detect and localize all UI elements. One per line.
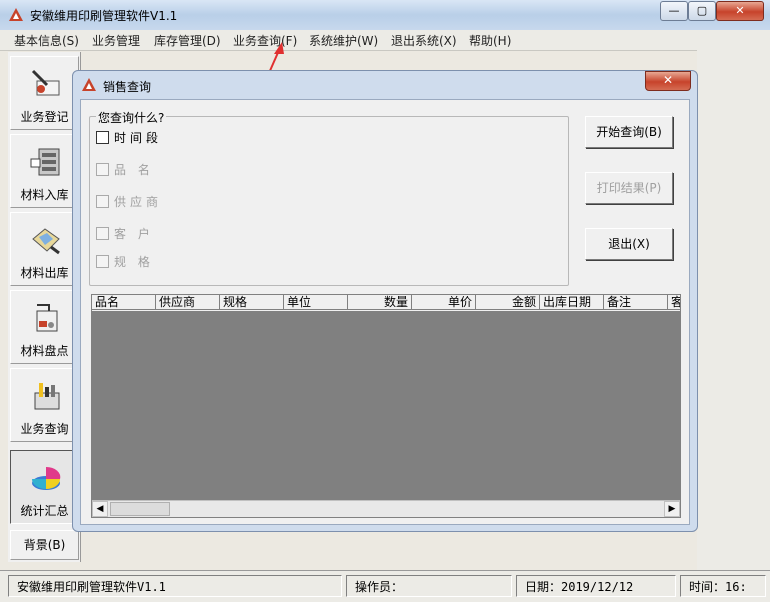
exit-button[interactable]: 退出(X) <box>585 228 673 260</box>
menu-system[interactable]: 系统维护(W) <box>309 32 378 49</box>
column-header[interactable]: 规格 <box>220 295 284 310</box>
checkbox-product-name-label: 品 名 <box>114 163 154 177</box>
checkbox-spec[interactable]: 规 格 <box>96 253 256 269</box>
toolbar-stock-out-button[interactable]: 材料出库 <box>10 212 79 286</box>
checkbox-supplier[interactable]: 供应商 <box>96 193 256 209</box>
close-button[interactable]: ✕ <box>716 1 764 21</box>
dialog-logo-icon <box>82 78 96 91</box>
checkbox-box[interactable] <box>96 163 109 176</box>
toolbar-query-button[interactable]: 业务查询 <box>10 368 79 442</box>
maximize-button[interactable]: ▢ <box>688 1 716 21</box>
column-header[interactable]: 单位 <box>284 295 348 310</box>
dialog-title: 销售查询 <box>103 80 152 94</box>
grid-header: 品名 供应商 规格 单位 数量 单价 金额 出库日期 备注 客 <box>92 295 680 311</box>
minimize-button[interactable]: — <box>660 1 688 21</box>
checkbox-spec-label: 规 格 <box>114 255 154 269</box>
column-header[interactable]: 单价 <box>412 295 476 310</box>
status-operator: 操作员： <box>346 575 512 597</box>
window-title: 安徽维用印刷管理软件V1.1 <box>30 9 178 23</box>
status-bar: 安徽维用印刷管理软件V1.1 操作员： 日期：2019/12/12 时间：16: <box>0 570 770 602</box>
toolbar-statistics-button[interactable]: 统计汇总 <box>10 450 79 524</box>
column-header[interactable]: 供应商 <box>156 295 220 310</box>
toolbar-stocktake-button[interactable]: 材料盘点 <box>10 290 79 364</box>
toolbar-stock-in-label: 材料入库 <box>20 188 69 202</box>
column-header[interactable]: 品名 <box>92 295 156 310</box>
close-icon: ✕ <box>662 73 674 87</box>
print-results-button[interactable]: 打印结果(P) <box>585 172 673 204</box>
toolbar-statistics-label: 统计汇总 <box>20 504 69 518</box>
status-time: 时间：16: <box>680 575 766 597</box>
query-icon <box>34 383 60 410</box>
results-grid[interactable]: 品名 供应商 规格 单位 数量 单价 金额 出库日期 备注 客 ◀ ▶ <box>91 294 681 518</box>
warehouse-out-icon <box>32 228 60 255</box>
scroll-left-icon[interactable]: ◀ <box>92 501 108 517</box>
toolbar-stocktake-label: 材料盘点 <box>20 344 69 358</box>
pie-chart-icon <box>32 466 61 490</box>
scroll-thumb[interactable] <box>110 502 170 516</box>
checkbox-box[interactable] <box>96 195 109 208</box>
warehouse-in-icon <box>30 148 60 176</box>
status-date: 日期：2019/12/12 <box>516 575 676 597</box>
status-app-name: 安徽维用印刷管理软件V1.1 <box>8 575 342 597</box>
checkbox-product-name[interactable]: 品 名 <box>96 161 256 177</box>
column-header[interactable]: 出库日期 <box>540 295 604 310</box>
menu-inventory[interactable]: 库存管理(D) <box>154 32 221 49</box>
column-header[interactable]: 客 <box>668 295 680 310</box>
menu-exit[interactable]: 退出系统(X) <box>391 32 457 49</box>
checkbox-time-range-label: 时间段 <box>114 131 163 145</box>
dialog-client-area: 您查询什么? 时间段 品 名 供应商 客 户 规 格 开始查询(B) 打印结果(… <box>80 99 690 525</box>
left-toolbar: 业务登记 材料入库 材料出库 材料盘点 业务查询 统计汇总 背景(B) <box>8 52 81 562</box>
start-query-button[interactable]: 开始查询(B) <box>585 116 673 148</box>
toolbar-register-button[interactable]: 业务登记 <box>10 56 79 130</box>
menu-bar: 基本信息(S) 业务管理 库存管理(D) 业务查询(F) 系统维护(W) 退出系… <box>0 30 770 51</box>
checkbox-customer-label: 客 户 <box>114 227 154 241</box>
checkbox-supplier-label: 供应商 <box>114 195 163 209</box>
column-header[interactable]: 金额 <box>476 295 540 310</box>
group-label: 您查询什么? <box>96 109 167 126</box>
menu-basic-info[interactable]: 基本信息(S) <box>14 32 79 49</box>
maximize-icon: ▢ <box>696 4 708 17</box>
background-button[interactable]: 背景(B) <box>10 530 79 560</box>
menu-business[interactable]: 业务管理 <box>92 32 140 49</box>
sales-query-dialog: 销售查询 ✕ 您查询什么? 时间段 品 名 供应商 客 户 规 格 开始查询(B… <box>72 70 698 532</box>
app-logo-icon <box>9 8 23 21</box>
checkbox-time-range[interactable]: 时间段 <box>96 129 256 145</box>
main-area-edge <box>697 50 770 570</box>
checkbox-box[interactable] <box>96 227 109 240</box>
toolbar-register-label: 业务登记 <box>20 110 69 124</box>
column-header[interactable]: 数量 <box>348 295 412 310</box>
column-header[interactable]: 备注 <box>604 295 668 310</box>
checkbox-box[interactable] <box>96 255 109 268</box>
toolbar-query-label: 业务查询 <box>20 422 69 436</box>
register-icon <box>31 69 60 96</box>
dialog-close-button[interactable]: ✕ <box>645 71 691 91</box>
toolbar-stock-in-button[interactable]: 材料入库 <box>10 134 79 208</box>
scroll-right-icon[interactable]: ▶ <box>664 501 680 517</box>
close-icon: ✕ <box>735 4 745 17</box>
minimize-icon: — <box>668 4 680 17</box>
inventory-icon <box>36 304 58 332</box>
title-bar: 安徽维用印刷管理软件V1.1 — ▢ ✕ <box>0 0 770 31</box>
checkbox-box[interactable] <box>96 131 109 144</box>
horizontal-scrollbar[interactable]: ◀ ▶ <box>92 500 680 517</box>
query-criteria-group: 您查询什么? 时间段 品 名 供应商 客 户 规 格 <box>89 109 569 286</box>
menu-help[interactable]: 帮助(H) <box>469 32 511 49</box>
checkbox-customer[interactable]: 客 户 <box>96 225 256 241</box>
toolbar-stock-out-label: 材料出库 <box>20 266 69 280</box>
